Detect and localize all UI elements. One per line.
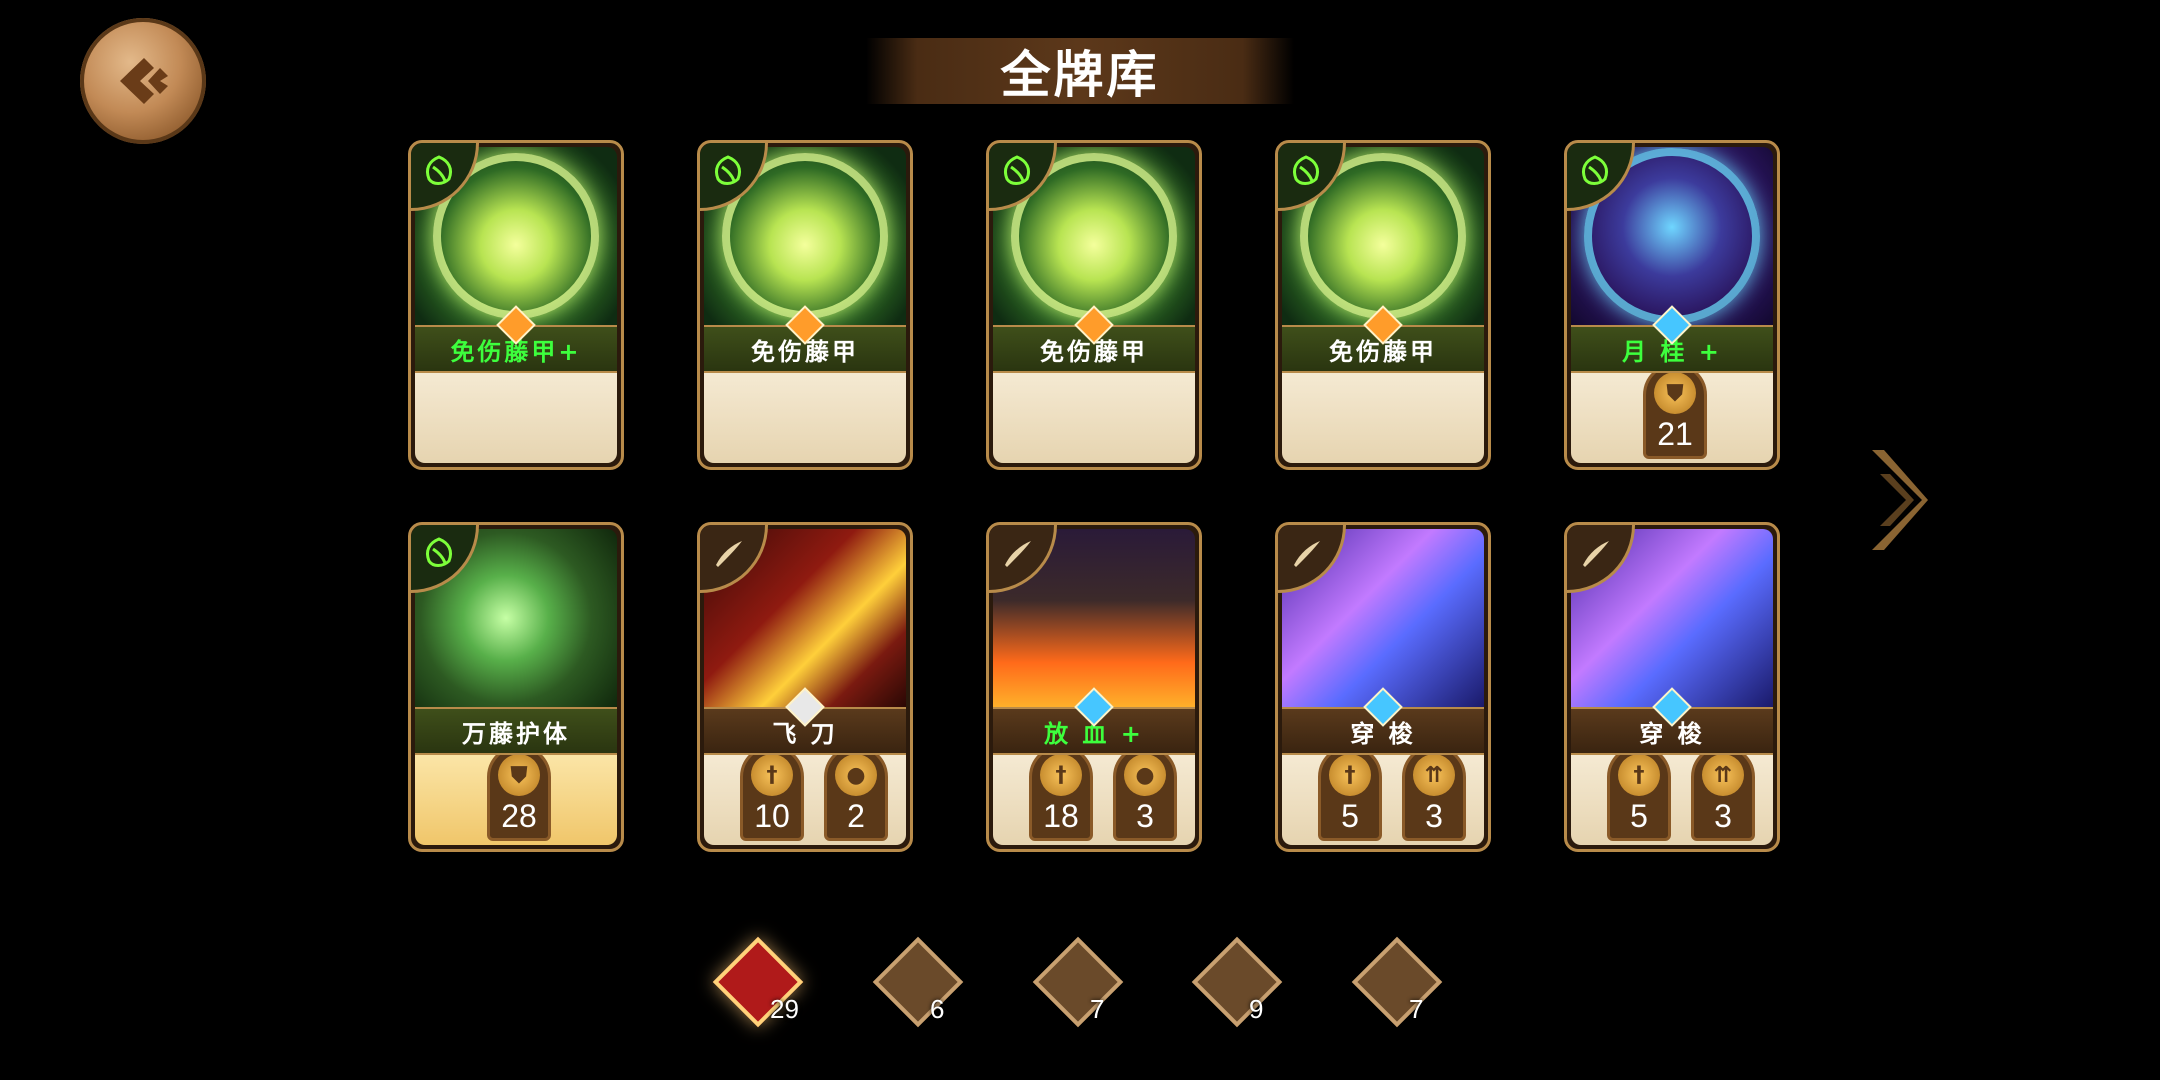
target-icon [1351, 936, 1443, 1028]
stat-value: 5 [1630, 798, 1648, 834]
back-arrow-icon [120, 58, 168, 104]
sword-icon: † [751, 754, 793, 796]
sword-icon: † [1329, 754, 1371, 796]
card-stat: † 10 [740, 745, 804, 841]
filter-tab[interactable]: 6 [872, 936, 964, 1028]
card-body: ⛊ 21 [1571, 363, 1773, 463]
card[interactable]: 万藤护体 ⛊ 28 [408, 522, 624, 852]
tab-count: 9 [1249, 994, 1264, 1024]
stat-value: 21 [1657, 416, 1693, 452]
stat-value: 3 [1714, 798, 1732, 834]
arrows-icon: ⇈ [1702, 754, 1744, 796]
drop-icon: ● [1124, 754, 1166, 796]
stat-value: 3 [1136, 798, 1154, 834]
card-body: † 5 ⇈ 3 [1282, 745, 1484, 845]
stat-value: 5 [1341, 798, 1359, 834]
filter-tab[interactable]: 9 [1191, 936, 1283, 1028]
card[interactable]: 穿 梭 † 5 ⇈ 3 [1564, 522, 1780, 852]
card-stat: ⛊ 28 [487, 745, 551, 841]
title-banner: 全牌库 [866, 38, 1294, 104]
card-stat: † 5 [1607, 745, 1671, 841]
hero-hooded-icon [1032, 936, 1124, 1028]
tab-count: 7 [1090, 994, 1105, 1024]
back-button[interactable] [80, 18, 206, 144]
hero-red-hair-icon [872, 936, 964, 1028]
filter-tab[interactable]: 7 [1032, 936, 1124, 1028]
stat-value: 3 [1425, 798, 1443, 834]
card-body [993, 371, 1195, 463]
shield-icon: ⛊ [498, 754, 540, 796]
card-body: † 18 ● 3 [993, 745, 1195, 845]
card-stat: † 5 [1318, 745, 1382, 841]
card-body: ⛊ 28 [415, 745, 617, 845]
card-stat: ⇈ 3 [1691, 745, 1755, 841]
card[interactable]: 免伤藤甲 [986, 140, 1202, 470]
tab-count: 6 [930, 994, 945, 1024]
drop-icon: ● [835, 754, 877, 796]
hero-armored-icon [1191, 936, 1283, 1028]
card-body [415, 371, 617, 463]
card[interactable]: 免伤藤甲 [697, 140, 913, 470]
tab-count: 29 [770, 994, 799, 1024]
card-body [704, 371, 906, 463]
card-stat: ⛊ 21 [1643, 363, 1707, 459]
card-stat: ● 3 [1113, 745, 1177, 841]
card-stat: ● 2 [824, 745, 888, 841]
card[interactable]: 免伤藤甲+ [408, 140, 624, 470]
page-title: 全牌库 [1000, 46, 1160, 104]
stat-value: 10 [754, 798, 790, 834]
card[interactable]: 放 血 + † 18 ● 3 [986, 522, 1202, 852]
filter-tab[interactable]: 7 [1351, 936, 1443, 1028]
card[interactable]: 飞 刀 † 10 ● 2 [697, 522, 913, 852]
tab-count: 7 [1409, 994, 1424, 1024]
card[interactable]: 月 桂 + ⛊ 21 [1564, 140, 1780, 470]
sword-icon: † [1040, 754, 1082, 796]
sword-icon: † [1618, 754, 1660, 796]
filter-tab[interactable]: 29 [712, 936, 804, 1028]
card-body [1282, 371, 1484, 463]
card-body: † 10 ● 2 [704, 745, 906, 845]
stat-value: 2 [847, 798, 865, 834]
card-name: 万藤护体 [415, 707, 617, 755]
card[interactable]: 穿 梭 † 5 ⇈ 3 [1275, 522, 1491, 852]
shield-icon: ⛊ [1654, 372, 1696, 414]
card-stat: ⇈ 3 [1402, 745, 1466, 841]
arrows-icon: ⇈ [1413, 754, 1455, 796]
card-stat: † 18 [1029, 745, 1093, 841]
card-body: † 5 ⇈ 3 [1571, 745, 1773, 845]
stat-value: 18 [1043, 798, 1079, 834]
stat-value: 28 [501, 798, 537, 834]
next-page-arrow-icon[interactable] [1862, 440, 1932, 560]
card[interactable]: 免伤藤甲 [1275, 140, 1491, 470]
